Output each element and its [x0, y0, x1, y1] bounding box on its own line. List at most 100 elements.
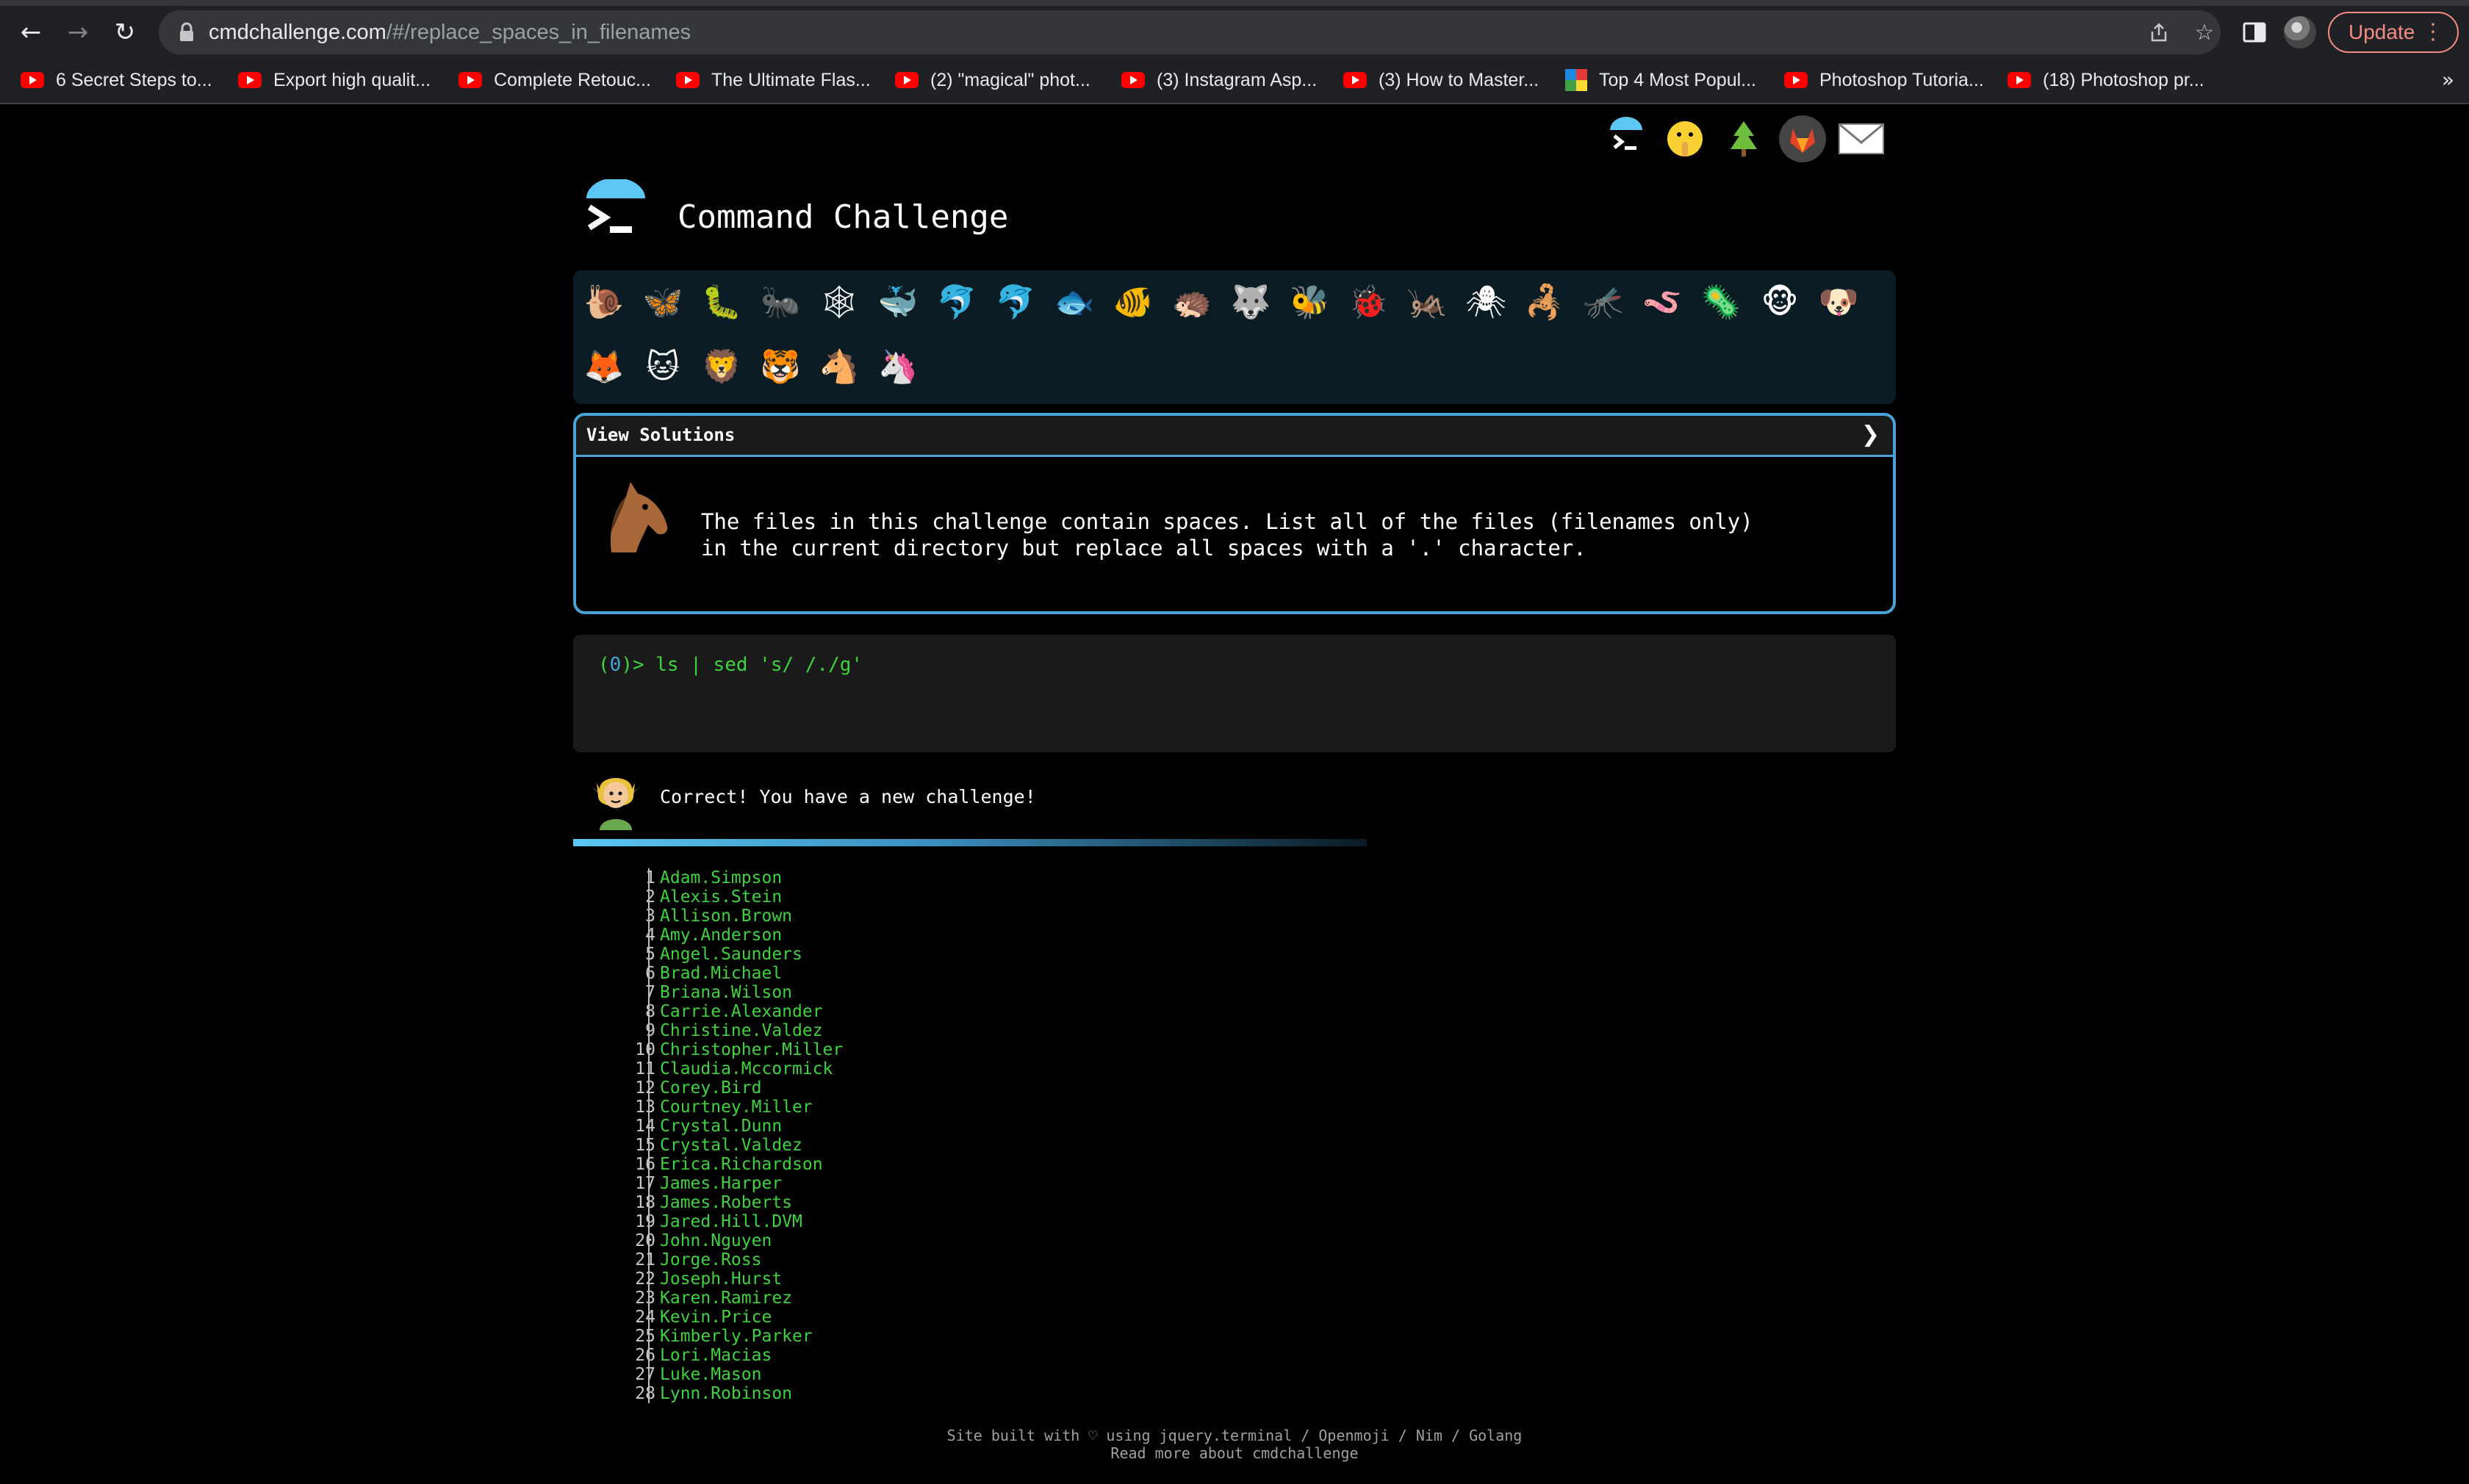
- butterfly-icon[interactable]: 🦋: [639, 279, 686, 326]
- wolf-icon[interactable]: 🐺: [1227, 279, 1274, 326]
- command-challenge-logo-icon[interactable]: [581, 179, 651, 253]
- lock-icon[interactable]: [175, 21, 198, 44]
- filename: Angel.Saunders: [660, 945, 802, 964]
- shushing-face-icon[interactable]: [1661, 115, 1709, 163]
- terminal[interactable]: (0)> ls | sed 's/ /./g': [573, 635, 1896, 752]
- bee-icon[interactable]: 🐝: [1286, 279, 1333, 326]
- output-row: 23 Karen.Ramirez: [573, 1289, 1308, 1308]
- more-bookmarks-icon[interactable]: »: [2442, 68, 2454, 92]
- dolphin-icon[interactable]: 🐬: [992, 279, 1039, 326]
- update-label: Update: [2348, 21, 2415, 43]
- youtube-icon: [895, 72, 919, 88]
- terminal-prompt[interactable]: (0)> ls | sed 's/ /./g': [598, 654, 863, 676]
- browser-toolbar: ← → ↻ cmdchallenge.com/#/replace_spaces_…: [0, 6, 2469, 59]
- side-panel-icon[interactable]: [2238, 16, 2271, 48]
- whale-icon[interactable]: 🐳: [874, 279, 921, 326]
- scorpion-icon[interactable]: 🦂: [1521, 279, 1568, 326]
- bookmark-item[interactable]: (18) Photoshop pr...: [2008, 65, 2204, 96]
- fox-icon[interactable]: 🦊: [581, 344, 628, 391]
- gutter-line: [648, 1384, 650, 1403]
- hedgehog-icon[interactable]: 🦔: [1168, 279, 1215, 326]
- line-number: 18: [635, 1193, 655, 1212]
- colorful-grid-icon: [1565, 69, 1587, 91]
- bookmark-item[interactable]: Top 4 Most Popul...: [1565, 65, 1756, 96]
- filename: Crystal.Dunn: [660, 1117, 783, 1136]
- bookmark-item[interactable]: The Ultimate Flas...: [676, 65, 871, 96]
- update-button[interactable]: Update ⋮: [2328, 12, 2459, 53]
- ant-icon[interactable]: 🐜: [757, 279, 804, 326]
- bookmark-star-icon[interactable]: ☆: [2188, 16, 2221, 48]
- gutter-line: [648, 1365, 650, 1384]
- gutter-line: [648, 1174, 650, 1193]
- read-more-link[interactable]: Read more about cmdchallenge: [867, 1444, 1602, 1462]
- bookmark-item[interactable]: (3) Instagram Asp...: [1121, 65, 1317, 96]
- view-solutions-toggle[interactable]: View Solutions ❯: [576, 416, 1893, 457]
- bookmark-label: (3) Instagram Asp...: [1157, 69, 1318, 90]
- filename: Kevin.Price: [660, 1308, 772, 1327]
- unicorn-icon[interactable]: 🦄: [874, 344, 921, 391]
- microbe-icon[interactable]: 🦠: [1697, 279, 1744, 326]
- dog-icon[interactable]: 🐶: [1815, 279, 1862, 326]
- lion-icon[interactable]: 🦁: [698, 344, 745, 391]
- gutter-line: [648, 964, 650, 983]
- gutter-line: [648, 1040, 650, 1059]
- filename: Lynn.Robinson: [660, 1384, 793, 1403]
- kebab-menu-icon[interactable]: ⋮: [2422, 19, 2444, 46]
- bookmark-item[interactable]: Photoshop Tutoria...: [1784, 65, 1984, 96]
- mosquito-icon[interactable]: 🦟: [1580, 279, 1627, 326]
- forward-arrow-icon[interactable]: →: [60, 15, 96, 50]
- bookmark-item[interactable]: (2) "magical" phot...: [895, 65, 1090, 96]
- cricket-icon[interactable]: 🦗: [1404, 279, 1451, 326]
- address-bar[interactable]: cmdchallenge.com/#/replace_spaces_in_fil…: [159, 10, 2221, 54]
- share-icon[interactable]: [2143, 16, 2175, 48]
- mail-icon[interactable]: [1837, 115, 1886, 163]
- line-number: 1: [645, 868, 655, 887]
- bookmark-item[interactable]: 6 Secret Steps to...: [21, 65, 212, 96]
- gitlab-icon[interactable]: [1778, 115, 1827, 163]
- filename: Carrie.Alexander: [660, 1002, 823, 1021]
- page-content: Command Challenge 🐌 🦋 🐛 🐜 🕸 🐳 🐬 🐬 🐟 🐠 🦔 …: [0, 104, 2469, 1484]
- line-number: 4: [645, 926, 655, 945]
- worm-icon[interactable]: 🪱: [1639, 279, 1686, 326]
- cat-icon[interactable]: 🐱: [639, 344, 686, 391]
- terminal-logo-icon[interactable]: [1602, 115, 1650, 163]
- tiger-icon[interactable]: 🐯: [757, 344, 804, 391]
- ladybug-icon[interactable]: 🐞: [1345, 279, 1392, 326]
- challenge-icon-bar: 🐌 🦋 🐛 🐜 🕸 🐳 🐬 🐬 🐟 🐠 🦔 🐺 🐝 🐞 🦗 🕷 🦂 🦟 🪱 🦠 …: [573, 270, 1896, 404]
- fish-icon[interactable]: 🐟: [1051, 279, 1098, 326]
- filename: Karen.Ramirez: [660, 1289, 793, 1308]
- output-row: 13 Courtney.Miller: [573, 1098, 1308, 1117]
- output-row: 19 Jared.Hill.DVM: [573, 1212, 1308, 1231]
- output-row: 14 Crystal.Dunn: [573, 1117, 1308, 1136]
- bookmark-item[interactable]: Export high qualit...: [238, 65, 431, 96]
- line-number: 10: [635, 1040, 655, 1059]
- footer-credits: Site built with ♡ using jquery.terminal …: [946, 1427, 1523, 1444]
- evergreen-tree-icon[interactable]: [1719, 115, 1768, 163]
- gutter-line: [648, 1327, 650, 1346]
- bookmark-item[interactable]: Complete Retouc...: [459, 65, 651, 96]
- filename: Jorge.Ross: [660, 1250, 762, 1269]
- command-input[interactable]: ls | sed 's/ /./g': [655, 654, 863, 676]
- url-text[interactable]: cmdchallenge.com/#/replace_spaces_in_fil…: [209, 18, 691, 47]
- line-number: 3: [645, 907, 655, 926]
- chevron-right-icon[interactable]: ❯: [1861, 422, 1880, 447]
- tropical-fish-icon[interactable]: 🐠: [1110, 279, 1157, 326]
- spider-web-icon[interactable]: 🕸: [816, 279, 863, 326]
- output-row: 22 Joseph.Hurst: [573, 1269, 1308, 1289]
- horse-icon[interactable]: 🐴: [816, 344, 863, 391]
- bookmark-item[interactable]: (3) How to Master...: [1343, 65, 1539, 96]
- snail-icon[interactable]: 🐌: [581, 279, 628, 326]
- gutter-line: [648, 907, 650, 926]
- profile-avatar[interactable]: [2284, 16, 2316, 48]
- filename: John.Nguyen: [660, 1231, 772, 1250]
- filename: Christine.Valdez: [660, 1021, 823, 1040]
- spider-icon[interactable]: 🕷: [1462, 279, 1509, 326]
- monkey-icon[interactable]: 🐵: [1756, 279, 1803, 326]
- output-row: 20 John.Nguyen: [573, 1231, 1308, 1250]
- reload-icon[interactable]: ↻: [107, 15, 143, 50]
- dolphin-icon[interactable]: 🐬: [933, 279, 980, 326]
- browser-chrome: ← → ↻ cmdchallenge.com/#/replace_spaces_…: [0, 0, 2469, 104]
- back-arrow-icon[interactable]: ←: [13, 15, 48, 50]
- filename: Claudia.Mccormick: [660, 1059, 833, 1078]
- caterpillar-icon[interactable]: 🐛: [698, 279, 745, 326]
